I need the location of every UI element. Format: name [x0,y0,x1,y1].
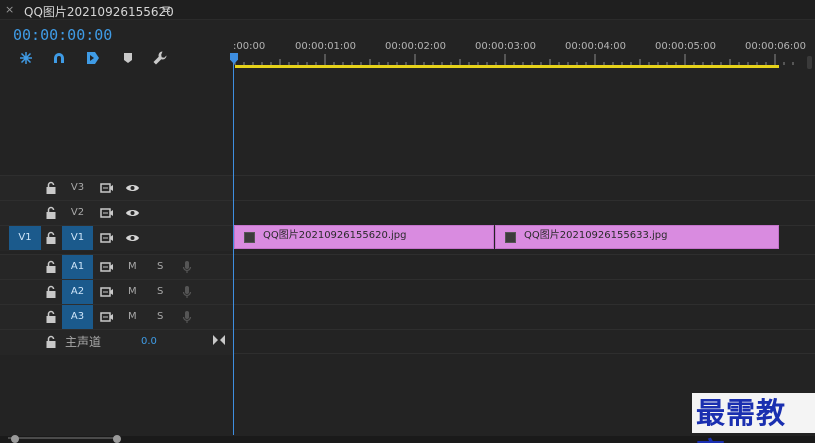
track-target-v3[interactable]: V3 [62,176,93,200]
track-target-a3[interactable]: A3 [62,305,93,329]
solo-button[interactable]: S [157,280,163,304]
lock-icon[interactable] [45,181,57,195]
playhead-line[interactable] [233,55,234,435]
track-target-a1[interactable]: A1 [62,255,93,279]
eye-icon[interactable] [125,232,140,244]
toggle-sync-lock-icon[interactable] [100,310,114,324]
lock-icon[interactable] [45,260,57,274]
panel-menu-icon[interactable]: ≡ [161,2,171,16]
toggle-sync-lock-icon[interactable] [100,231,114,245]
close-tab-icon[interactable]: × [5,3,14,16]
image-clip-icon [244,232,255,243]
ruler-label: 00:00:04:00 [565,41,627,52]
horizontal-scrollbar[interactable] [0,436,815,443]
track-a1: A1 M S [0,254,815,280]
master-track-label: 主声道 [65,335,102,349]
track-master: 主声道 0.0 [0,329,815,355]
clip-name: QQ图片20210926155620.jpg [263,230,407,241]
master-volume-value[interactable]: 0.0 [141,330,157,354]
track-v3: V3 [0,175,815,201]
watermark-logo: 最需教育 [692,393,815,443]
track-v2: V2 [0,200,815,226]
eye-icon[interactable] [125,207,140,219]
image-clip-icon [505,232,516,243]
ruler-label: 00:00:01:00 [295,41,357,52]
toggle-sync-lock-icon[interactable] [100,285,114,299]
lock-icon[interactable] [45,285,57,299]
lock-icon[interactable] [45,206,57,220]
track-header [0,305,233,330]
eye-icon[interactable] [125,182,140,194]
clip[interactable]: QQ图片20210926155620.jpg [234,225,494,249]
microphone-icon[interactable] [182,310,192,324]
linked-selection-icon[interactable] [51,50,67,66]
microphone-icon[interactable] [182,285,192,299]
microphone-icon[interactable] [182,260,192,274]
track-header [0,330,233,355]
toggle-sync-lock-icon[interactable] [100,206,114,220]
wrench-icon[interactable] [152,50,168,66]
ruler-label: 00:00:05:00 [655,41,717,52]
mute-button[interactable]: M [128,255,137,279]
ruler-scrollbar[interactable] [807,56,812,69]
toggle-sync-lock-icon[interactable] [100,260,114,274]
insert-marker-icon[interactable] [85,50,101,66]
track-target-v2[interactable]: V2 [62,201,93,225]
sequence-tab-bar: × QQ图片20210926155620 ≡ [0,0,815,20]
playhead-timecode[interactable]: 00:00:00:00 [13,26,112,44]
lock-icon[interactable] [45,335,57,349]
clip[interactable]: QQ图片20210926155633.jpg [495,225,779,249]
ruler-label: 00:00:02:00 [385,41,447,52]
track-target-a2[interactable]: A2 [62,280,93,304]
go-to-end-icon[interactable] [213,335,225,345]
work-area-bar[interactable] [235,65,779,68]
snap-icon[interactable] [18,50,34,66]
track-header [0,255,233,280]
track-target-v1[interactable]: V1 [62,226,93,250]
ruler-label: 00:00:03:00 [475,41,537,52]
track-a2: A2 M S [0,279,815,305]
source-patch-v1[interactable]: V1 [9,226,41,250]
zoom-handle-left[interactable] [11,435,19,443]
ruler-label: :00:00 [233,41,266,52]
sequence-tab-title[interactable]: QQ图片20210926155620 [24,3,174,20]
ruler-label: 00:00:06:00 [745,41,807,52]
lock-icon[interactable] [45,310,57,324]
mute-button[interactable]: M [128,280,137,304]
track-header [0,176,233,201]
track-a3: A3 M S [0,304,815,330]
solo-button[interactable]: S [157,255,163,279]
lock-icon[interactable] [45,231,57,245]
track-header [0,201,233,226]
solo-button[interactable]: S [157,305,163,329]
mute-button[interactable]: M [128,305,137,329]
zoom-scroll-thumb[interactable] [8,437,120,443]
add-marker-icon[interactable] [120,50,136,66]
zoom-handle-right[interactable] [113,435,121,443]
toggle-sync-lock-icon[interactable] [100,181,114,195]
track-header [0,280,233,305]
clip-name: QQ图片20210926155633.jpg [524,230,668,241]
